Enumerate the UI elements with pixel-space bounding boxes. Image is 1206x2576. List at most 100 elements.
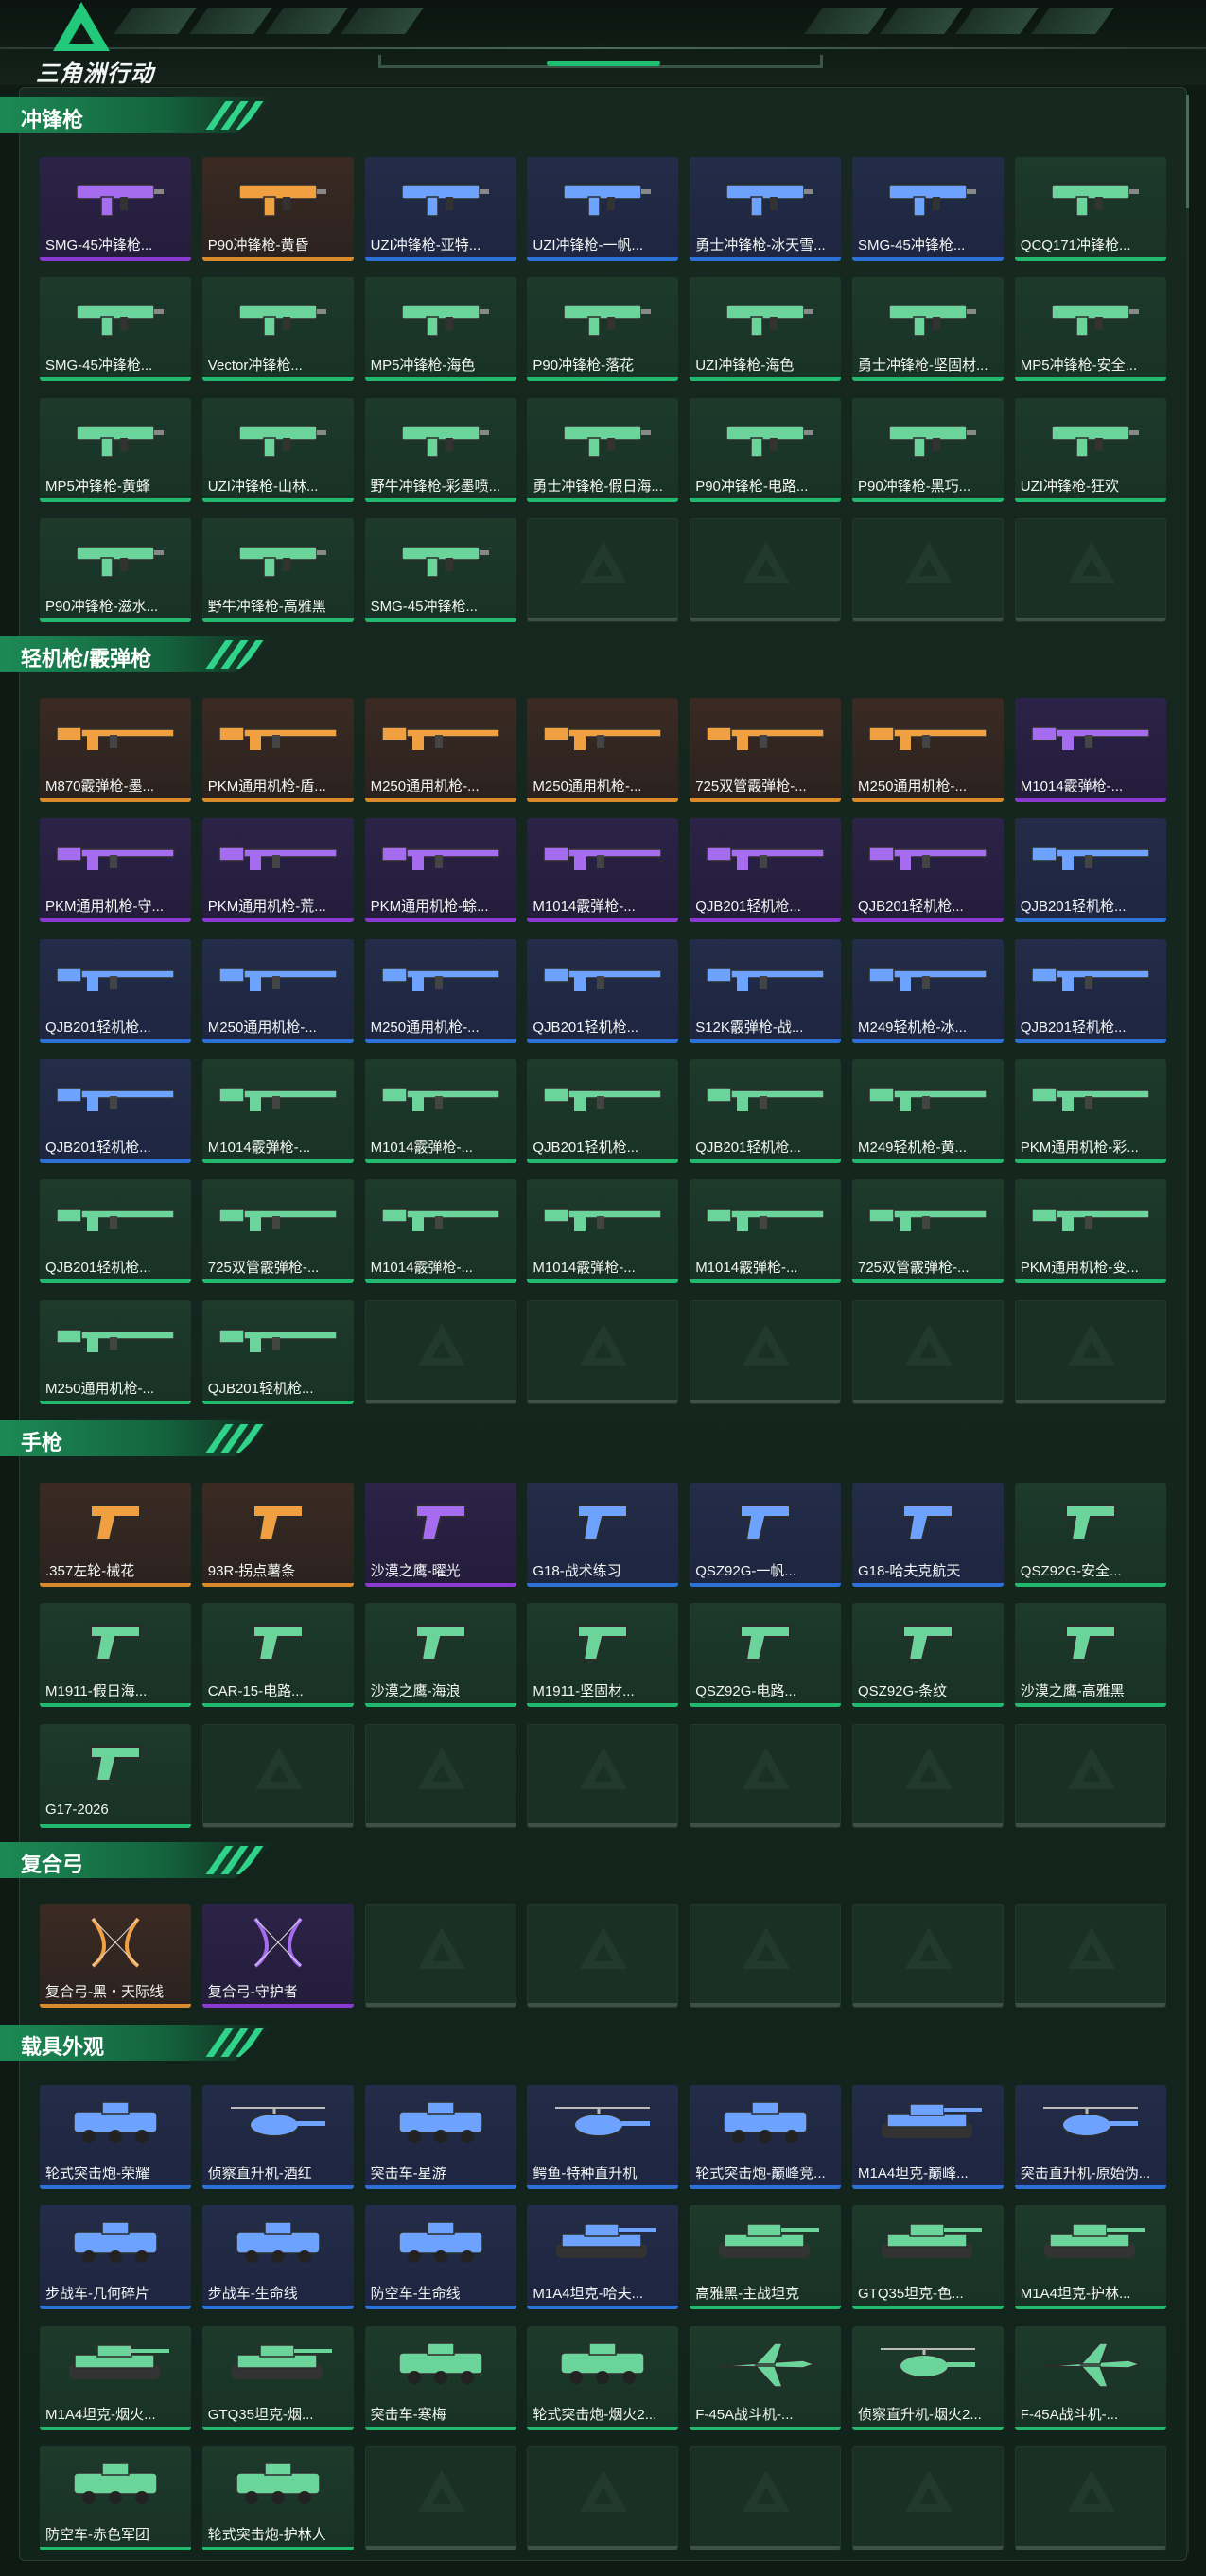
item-card[interactable]: M1014霰弹枪-... bbox=[690, 1179, 842, 1284]
item-card[interactable]: P90冲锋枪-落花 bbox=[527, 277, 679, 382]
item-card[interactable]: 勇士冲锋枪-冰天雪... bbox=[690, 157, 842, 261]
item-card[interactable]: M250通用机枪-... bbox=[201, 938, 354, 1043]
item-card[interactable]: QSZ92G-安全... bbox=[1014, 1483, 1166, 1587]
item-card[interactable]: 勇士冲锋枪-假日海... bbox=[527, 397, 679, 502]
item-card[interactable]: M249轻机枪-黄... bbox=[852, 1058, 1004, 1163]
item-card[interactable]: M1911-假日海... bbox=[40, 1603, 191, 1708]
item-card[interactable]: 复合弓-守护者 bbox=[201, 1904, 354, 2008]
item-card[interactable]: .357左轮-械花 bbox=[40, 1483, 191, 1587]
item-card[interactable]: 突击车-星游 bbox=[364, 2085, 516, 2189]
scrollbar[interactable] bbox=[1186, 95, 1189, 2553]
item-card[interactable]: P90冲锋枪-滋水... bbox=[40, 517, 191, 622]
item-card[interactable]: QJB201轻机枪... bbox=[527, 1058, 679, 1163]
item-card[interactable]: QJB201轻机枪... bbox=[852, 818, 1004, 923]
item-card[interactable]: Vector冲锋枪... bbox=[201, 277, 354, 382]
item-card[interactable]: 突击直升机-原始伪... bbox=[1014, 2085, 1166, 2189]
item-card[interactable]: UZI冲锋枪-一帆... bbox=[527, 157, 679, 261]
item-card[interactable]: PKM通用机枪-蜍... bbox=[364, 818, 516, 923]
item-card[interactable]: 93R-拐点薯条 bbox=[201, 1483, 354, 1587]
item-card[interactable]: 侦察直升机-烟火2... bbox=[852, 2325, 1004, 2430]
item-card[interactable]: F-45A战斗机-... bbox=[690, 2325, 842, 2430]
item-card[interactable]: 复合弓-黑・天际线 bbox=[40, 1904, 191, 2008]
item-card[interactable]: 高雅黑-主战坦克 bbox=[690, 2205, 842, 2310]
item-card[interactable]: M1A4坦克-巅峰... bbox=[852, 2085, 1004, 2189]
item-card[interactable]: PKM通用机枪-变... bbox=[1014, 1179, 1166, 1284]
item-card[interactable]: QSZ92G-条纹 bbox=[852, 1603, 1004, 1708]
item-card[interactable]: P90冲锋枪-电路... bbox=[690, 397, 842, 502]
item-card[interactable]: P90冲锋枪-黑巧... bbox=[852, 397, 1004, 502]
item-card[interactable]: 防空车-赤色军团 bbox=[40, 2445, 191, 2550]
item-card[interactable]: QJB201轻机枪... bbox=[40, 1058, 191, 1163]
item-card[interactable]: G18-战术练习 bbox=[527, 1483, 679, 1587]
item-card[interactable]: SMG-45冲锋枪... bbox=[852, 157, 1004, 261]
item-card[interactable]: MP5冲锋枪-黄蜂 bbox=[40, 397, 191, 502]
item-card[interactable]: 轮式突击炮-护林人 bbox=[201, 2445, 354, 2550]
item-card[interactable]: 防空车-生命线 bbox=[364, 2205, 516, 2310]
item-card[interactable]: PKM通用机枪-守... bbox=[40, 818, 191, 923]
item-card[interactable]: M1014霰弹枪-... bbox=[364, 1179, 516, 1284]
item-card[interactable]: 沙漠之鹰-高雅黑 bbox=[1014, 1603, 1166, 1708]
item-card[interactable]: MP5冲锋枪-海色 bbox=[364, 277, 516, 382]
item-card[interactable]: QJB201轻机枪... bbox=[690, 1058, 842, 1163]
item-card[interactable]: G17-2026 bbox=[40, 1723, 191, 1828]
scrollbar-thumb[interactable] bbox=[1186, 95, 1189, 208]
item-card[interactable]: PKM通用机枪-彩... bbox=[1014, 1058, 1166, 1163]
item-card[interactable]: M1014霰弹枪-... bbox=[201, 1058, 354, 1163]
item-card[interactable]: 野牛冲锋枪-彩墨喷... bbox=[364, 397, 516, 502]
item-card[interactable]: QJB201轻机枪... bbox=[1014, 818, 1166, 923]
item-card[interactable]: M1A4坦克-烟火... bbox=[40, 2325, 191, 2430]
item-card[interactable]: QJB201轻机枪... bbox=[690, 818, 842, 923]
item-card[interactable]: GTQ35坦克-烟... bbox=[201, 2325, 354, 2430]
item-card[interactable]: M250通用机枪-... bbox=[364, 698, 516, 802]
item-card[interactable]: M870霰弹枪-墨... bbox=[40, 698, 191, 802]
item-card[interactable]: SMG-45冲锋枪... bbox=[40, 157, 191, 261]
item-card[interactable]: M1014霰弹枪-... bbox=[527, 1179, 679, 1284]
item-card[interactable]: SMG-45冲锋枪... bbox=[364, 517, 516, 622]
item-card[interactable]: 勇士冲锋枪-坚固材... bbox=[852, 277, 1004, 382]
item-card[interactable]: G18-哈夫克航天 bbox=[852, 1483, 1004, 1587]
item-card[interactable]: QJB201轻机枪... bbox=[40, 938, 191, 1043]
item-card[interactable]: M1014霰弹枪-... bbox=[1014, 698, 1166, 802]
item-card[interactable]: CAR-15-电路... bbox=[201, 1603, 354, 1708]
item-card[interactable]: MP5冲锋枪-安全... bbox=[1014, 277, 1166, 382]
item-card[interactable]: 轮式突击炮-烟火2... bbox=[527, 2325, 679, 2430]
item-card[interactable]: S12K霰弹枪-战... bbox=[690, 938, 842, 1043]
item-card[interactable]: 侦察直升机-酒红 bbox=[201, 2085, 354, 2189]
item-card[interactable]: 步战车-几何碎片 bbox=[40, 2205, 191, 2310]
item-card[interactable]: UZI冲锋枪-山林... bbox=[201, 397, 354, 502]
item-card[interactable]: 725双管霰弹枪-... bbox=[201, 1179, 354, 1284]
item-card[interactable]: M1A4坦克-哈夫... bbox=[527, 2205, 679, 2310]
item-card[interactable]: M1014霰弹枪-... bbox=[364, 1058, 516, 1163]
item-card[interactable]: F-45A战斗机-... bbox=[1014, 2325, 1166, 2430]
item-card[interactable]: QJB201轻机枪... bbox=[527, 938, 679, 1043]
item-card[interactable]: 轮式突击炮-荣耀 bbox=[40, 2085, 191, 2189]
item-card[interactable]: QSZ92G-一帆... bbox=[690, 1483, 842, 1587]
item-card[interactable]: QCQ171冲锋枪... bbox=[1014, 157, 1166, 261]
item-card[interactable]: QSZ92G-电路... bbox=[690, 1603, 842, 1708]
item-card[interactable]: 轮式突击炮-巅峰竞... bbox=[690, 2085, 842, 2189]
item-card[interactable]: M250通用机枪-... bbox=[364, 938, 516, 1043]
item-card[interactable]: QJB201轻机枪... bbox=[1014, 938, 1166, 1043]
item-card[interactable]: M250通用机枪-... bbox=[852, 698, 1004, 802]
item-card[interactable]: UZI冲锋枪-狂欢 bbox=[1014, 397, 1166, 502]
item-card[interactable]: QJB201轻机枪... bbox=[201, 1299, 354, 1404]
item-card[interactable]: M1911-坚固材... bbox=[527, 1603, 679, 1708]
item-card[interactable]: 突击车-寒梅 bbox=[364, 2325, 516, 2430]
item-card[interactable]: GTQ35坦克-色... bbox=[852, 2205, 1004, 2310]
item-card[interactable]: 725双管霰弹枪-... bbox=[852, 1179, 1004, 1284]
item-card[interactable]: M250通用机枪-... bbox=[527, 698, 679, 802]
item-card[interactable]: 沙漠之鹰-海浪 bbox=[364, 1603, 516, 1708]
item-card[interactable]: SMG-45冲锋枪... bbox=[40, 277, 191, 382]
item-card[interactable]: PKM通用机枪-荒... bbox=[201, 818, 354, 923]
item-card[interactable]: 沙漠之鹰-曜光 bbox=[364, 1483, 516, 1587]
item-card[interactable]: M1014霰弹枪-... bbox=[527, 818, 679, 923]
item-card[interactable]: P90冲锋枪-黄昏 bbox=[201, 157, 354, 261]
item-card[interactable]: M1A4坦克-护林... bbox=[1014, 2205, 1166, 2310]
item-card[interactable]: PKM通用机枪-盾... bbox=[201, 698, 354, 802]
item-card[interactable]: 野牛冲锋枪-高雅黑 bbox=[201, 517, 354, 622]
item-card[interactable]: UZI冲锋枪-亚特... bbox=[364, 157, 516, 261]
item-card[interactable]: 725双管霰弹枪-... bbox=[690, 698, 842, 802]
item-card[interactable]: 步战车-生命线 bbox=[201, 2205, 354, 2310]
item-card[interactable]: 鳄鱼-特种直升机 bbox=[527, 2085, 679, 2189]
item-card[interactable]: M249轻机枪-冰... bbox=[852, 938, 1004, 1043]
